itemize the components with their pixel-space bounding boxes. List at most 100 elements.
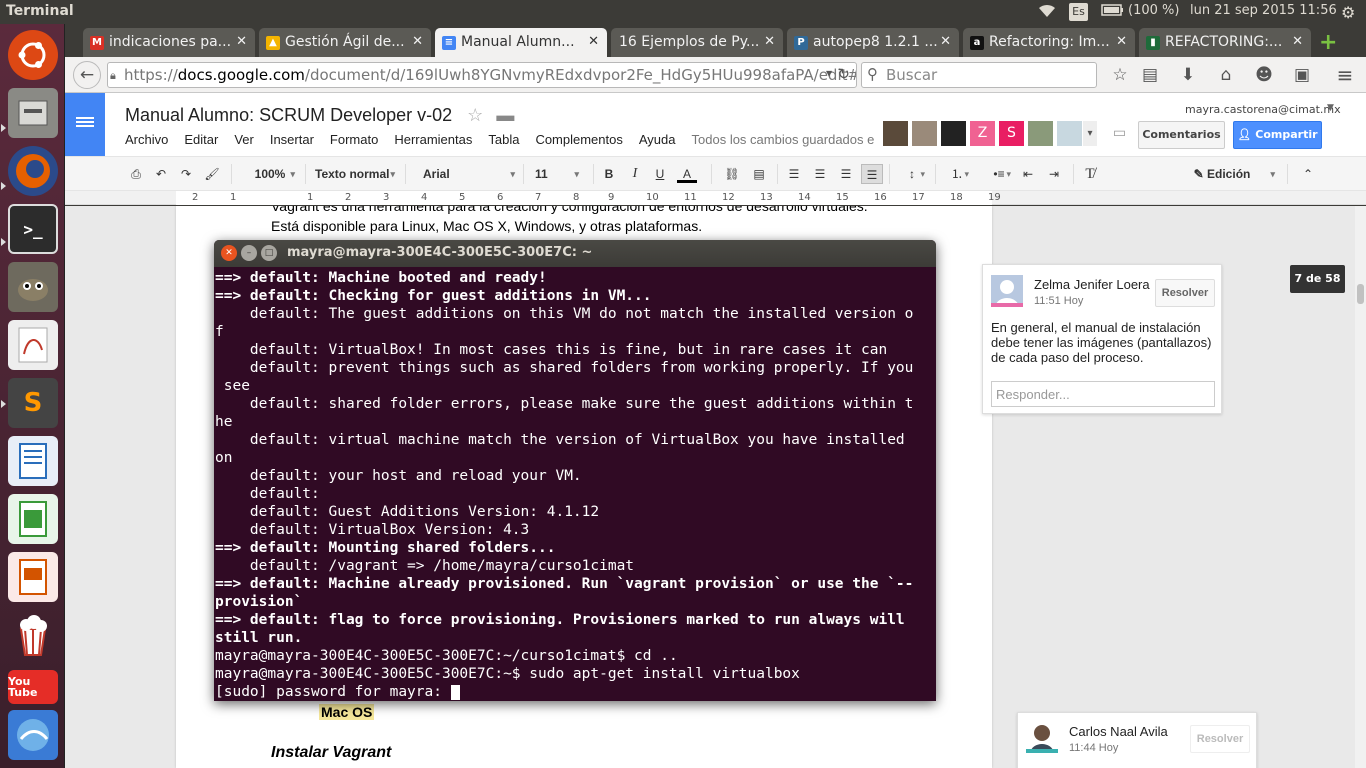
url-bar[interactable]: 🔒︎ https://docs.google.com/document/d/16… — [107, 62, 857, 88]
tab-autopep8[interactable]: P autopep8 1.2.1 ... ✕ — [787, 28, 959, 57]
impress-icon[interactable] — [8, 552, 58, 602]
home-icon[interactable]: ⌂ — [1214, 63, 1238, 87]
maximize-icon[interactable]: □ — [261, 245, 277, 261]
paragraph-style-select[interactable]: Texto normal — [311, 164, 399, 184]
tab-drive[interactable]: ▲ Gestión Ágil de... ✕ — [259, 28, 431, 57]
close-icon[interactable]: ✕ — [1292, 34, 1303, 49]
close-icon[interactable]: ✕ — [764, 34, 775, 49]
youtube-icon[interactable]: You Tube — [8, 670, 58, 704]
italic-icon[interactable]: I — [627, 164, 643, 184]
docs-logo-icon[interactable] — [65, 93, 105, 156]
close-icon[interactable]: ✕ — [221, 245, 237, 261]
terminal-icon[interactable]: >_ — [8, 204, 58, 254]
collapse-chevron-icon[interactable]: ⌃ — [1299, 164, 1317, 184]
resolve-button[interactable]: Resolver — [1155, 279, 1215, 307]
collaborator-avatar[interactable] — [883, 121, 908, 146]
mysql-workbench-icon[interactable] — [8, 710, 58, 760]
chat-icon[interactable]: ☻ — [1252, 63, 1276, 87]
comment-card[interactable]: Zelma Jenifer Loera 11:51 Hoy Resolver E… — [982, 264, 1222, 414]
menu-tabla[interactable]: Tabla — [488, 132, 519, 147]
clear-formatting-icon[interactable]: T̸ — [1081, 164, 1099, 184]
decrease-indent-icon[interactable]: ⇤ — [1019, 164, 1037, 184]
reload-icon[interactable]: ↻ — [837, 65, 850, 83]
paint-format-icon[interactable]: 🖌︎ — [203, 164, 221, 184]
scrollbar-thumb[interactable] — [1357, 284, 1364, 304]
tab-docs-active[interactable]: ≡ Manual Alumn... ✕ — [435, 28, 607, 57]
menu-editar[interactable]: Editar — [184, 132, 218, 147]
align-center-icon[interactable]: ☰ — [811, 164, 829, 184]
tab-refactoring-amazon[interactable]: a Refactoring: Im... ✕ — [963, 28, 1135, 57]
align-left-icon[interactable]: ☰ — [785, 164, 803, 184]
close-icon[interactable]: ✕ — [940, 34, 951, 49]
collaborator-avatar[interactable] — [941, 121, 966, 146]
firefox-icon[interactable] — [8, 146, 58, 196]
menu-archivo[interactable]: Archivo — [125, 132, 168, 147]
document-title[interactable]: Manual Alumno: SCRUM Developer v-02 ☆ ▬ — [125, 105, 514, 126]
close-icon[interactable]: ✕ — [412, 34, 423, 49]
account-chevron-icon[interactable]: ▼ — [1327, 103, 1334, 113]
chat-bubble-icon[interactable]: ▭ — [1107, 121, 1132, 146]
terminal-titlebar[interactable]: ✕ – □ mayra@mayra-300E4C-300E5C-300E7C: … — [214, 240, 936, 267]
menu-ayuda[interactable]: Ayuda — [639, 132, 676, 147]
minimize-icon[interactable]: – — [241, 245, 257, 261]
terminal-window[interactable]: ✕ – □ mayra@mayra-300E4C-300E5C-300E7C: … — [214, 240, 936, 701]
search-input[interactable]: ⚲ Buscar — [861, 62, 1097, 88]
back-arrow-icon[interactable]: ← — [73, 61, 101, 89]
align-justify-icon[interactable]: ☰ — [861, 164, 883, 184]
scrollbar[interactable] — [1355, 206, 1366, 768]
editing-mode-select[interactable]: ✎ Edición — [1165, 164, 1279, 184]
comments-button[interactable]: Comentarios — [1138, 121, 1225, 149]
menu-ver[interactable]: Ver — [234, 132, 254, 147]
link-icon[interactable]: ⛓︎ — [723, 164, 741, 184]
collaborator-avatar[interactable] — [1028, 121, 1053, 146]
downloads-icon[interactable]: ⬇ — [1176, 63, 1200, 87]
close-icon[interactable]: ✕ — [588, 34, 599, 49]
font-family-select[interactable]: Arial — [419, 164, 519, 184]
menu-hamburger-icon[interactable]: ≡ — [1333, 63, 1357, 87]
print-icon[interactable]: ⎙ — [127, 164, 145, 184]
menu-formato[interactable]: Formato — [330, 132, 378, 147]
align-right-icon[interactable]: ☰ — [837, 164, 855, 184]
gimp-icon[interactable] — [8, 262, 58, 312]
tab-refactoring-book[interactable]: ▮ REFACTORING:... ✕ — [1139, 28, 1311, 57]
wifi-icon[interactable] — [1037, 3, 1057, 23]
extension-icon[interactable]: ▣ — [1290, 63, 1314, 87]
url-dropdown-icon[interactable]: ▾ — [826, 66, 832, 80]
close-icon[interactable]: ✕ — [1116, 34, 1127, 49]
comment-icon[interactable]: ▤ — [750, 164, 768, 184]
close-icon[interactable]: ✕ — [236, 34, 247, 49]
clock[interactable]: lun 21 sep 2015 11:56 — [1190, 3, 1337, 18]
menu-complementos[interactable]: Complementos — [535, 132, 622, 147]
menu-insertar[interactable]: Insertar — [270, 132, 314, 147]
tab-ejemplos[interactable]: 16 Ejemplos de Py... ✕ — [611, 28, 783, 57]
font-size-select[interactable]: 11 — [531, 164, 583, 184]
menu-herramientas[interactable]: Herramientas — [394, 132, 472, 147]
tab-gmail[interactable]: M indicaciones pa... ✕ — [83, 28, 255, 57]
power-gear-icon[interactable]: ⚙ — [1341, 3, 1355, 22]
terminal-output[interactable]: ==> default: Machine booted and ready! ==… — [215, 269, 935, 701]
calc-icon[interactable] — [8, 494, 58, 544]
battery-icon[interactable] — [1101, 3, 1125, 21]
bookmark-star-icon[interactable]: ☆ — [1108, 63, 1132, 87]
more-collaborators-chevron-icon[interactable]: ▾ — [1083, 121, 1097, 146]
document-viewer-icon[interactable] — [8, 320, 58, 370]
folder-icon[interactable]: ▬ — [496, 105, 514, 125]
collaborator-avatar[interactable]: S — [999, 121, 1024, 146]
bulleted-list-icon[interactable]: •≡ — [983, 164, 1015, 184]
reply-input[interactable]: Responder... — [991, 381, 1215, 407]
increase-indent-icon[interactable]: ⇥ — [1045, 164, 1063, 184]
redo-icon[interactable]: ↷ — [177, 164, 195, 184]
share-button[interactable]: 👤︎ Compartir — [1233, 121, 1322, 149]
line-spacing-icon[interactable]: ↕ — [895, 164, 929, 184]
keyboard-layout-indicator[interactable]: Es — [1069, 3, 1088, 21]
underline-icon[interactable]: U — [652, 164, 668, 184]
star-icon[interactable]: ☆ — [467, 105, 483, 125]
comment-card[interactable]: Carlos Naal Avila 11:44 Hoy Resolver — [1017, 712, 1257, 768]
collaborator-avatar[interactable] — [1057, 121, 1082, 146]
reading-list-icon[interactable]: ▤ — [1138, 63, 1162, 87]
numbered-list-icon[interactable]: ⒈ — [941, 164, 973, 184]
resolve-button[interactable]: Resolver — [1190, 725, 1250, 753]
ubuntu-dash-icon[interactable] — [8, 30, 58, 80]
undo-icon[interactable]: ↶ — [152, 164, 170, 184]
sublime-text-icon[interactable]: S — [8, 378, 58, 428]
